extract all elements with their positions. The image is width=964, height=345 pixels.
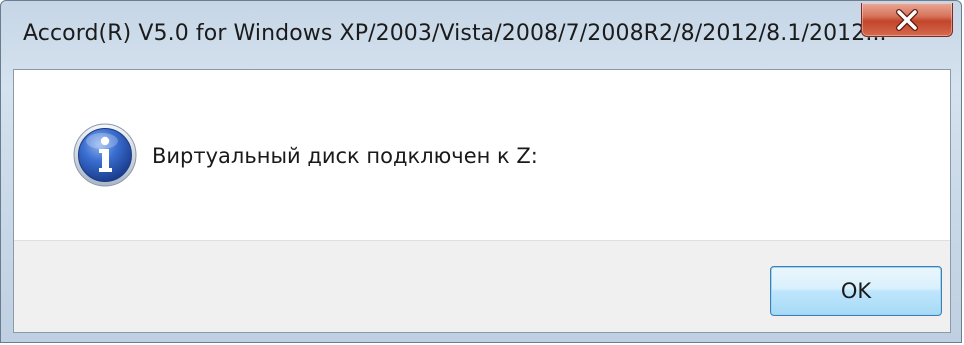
- window-title: Accord(R) V5.0 for Windows XP/2003/Vista…: [23, 21, 887, 46]
- button-bar: OK: [14, 240, 950, 332]
- message-dialog: Accord(R) V5.0 for Windows XP/2003/Vista…: [0, 0, 962, 343]
- dialog-client-area: Виртуальный диск подключен к Z: OK: [13, 69, 951, 333]
- close-button[interactable]: [861, 3, 953, 37]
- ok-button[interactable]: OK: [770, 266, 942, 316]
- close-x-icon: [896, 8, 918, 31]
- message-text: Виртуальный диск подключен к Z:: [152, 144, 538, 168]
- information-icon: [73, 123, 137, 187]
- title-bar[interactable]: Accord(R) V5.0 for Windows XP/2003/Vista…: [1, 1, 961, 69]
- message-area: Виртуальный диск подключен к Z:: [14, 70, 950, 240]
